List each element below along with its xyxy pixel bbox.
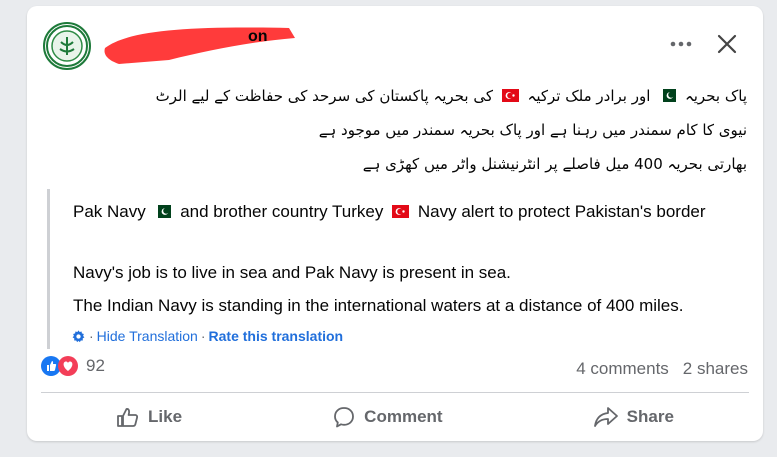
close-button[interactable] bbox=[711, 28, 743, 60]
urdu-line-2: نیوی کا کام سمندر میں رہنا ہے اور پاک بح… bbox=[318, 121, 747, 139]
translation-line-1-part-c: Navy alert to protect Pakistan's border bbox=[417, 202, 706, 221]
divider bbox=[41, 392, 749, 393]
urdu-line-3: بھارتی بحریہ 400 میل فاصلے پر انٹرنیشنل … bbox=[362, 155, 747, 173]
urdu-line-1: پاک بحریہ اور برادر ملک ترکیہ کی بحریہ پ… bbox=[47, 86, 747, 106]
translation-line-1-part-b: and brother country Turkey bbox=[180, 202, 384, 221]
reactions-summary[interactable]: 92 bbox=[41, 356, 105, 376]
share-button[interactable]: Share bbox=[577, 402, 690, 432]
engagement-stats: 4 comments 2 shares bbox=[576, 359, 748, 379]
hide-translation-link[interactable]: Hide Translation bbox=[97, 328, 198, 344]
thumbs-up-icon bbox=[117, 408, 139, 427]
shares-count[interactable]: 2 shares bbox=[683, 359, 748, 379]
love-reaction-icon bbox=[58, 356, 78, 376]
post-card: on پاک بحریہ اور برادر ملک ترکیہ کی بحری… bbox=[27, 6, 763, 441]
reaction-count[interactable]: 92 bbox=[86, 356, 105, 376]
turkey-flag-icon bbox=[392, 205, 410, 218]
redacted-name-mark bbox=[104, 27, 295, 64]
avatar-logo-icon bbox=[46, 25, 88, 67]
urdu-line-1-part-c: کی بحریہ پاکستان کی سرحد کی حفاظت کے لیے… bbox=[155, 87, 493, 105]
author-name[interactable]: on bbox=[248, 28, 268, 46]
more-dots-icon bbox=[670, 41, 692, 47]
share-icon bbox=[593, 407, 618, 427]
translation-line-1: Pak Navy and brother country Turkey Navy… bbox=[73, 200, 743, 223]
comments-count[interactable]: 4 comments bbox=[576, 359, 669, 379]
translation-block: Pak Navy and brother country Turkey Navy… bbox=[47, 189, 750, 349]
translation-line-1-part-a: Pak Navy bbox=[73, 202, 146, 221]
separator-dot: · bbox=[89, 328, 94, 344]
turkey-flag-icon bbox=[501, 89, 519, 102]
rate-translation-link[interactable]: Rate this translation bbox=[209, 328, 344, 344]
like-button[interactable]: Like bbox=[100, 402, 198, 432]
separator-dot: · bbox=[200, 328, 206, 344]
translation-line-3: The Indian Navy is standing in the inter… bbox=[73, 296, 684, 315]
comment-label: Comment bbox=[364, 407, 443, 426]
post-actions-bar: Like Comment Share bbox=[41, 399, 749, 435]
like-label: Like bbox=[148, 407, 183, 426]
translation-line-2: Navy's job is to live in sea and Pak Nav… bbox=[73, 263, 511, 282]
gear-icon[interactable] bbox=[71, 329, 86, 344]
close-icon bbox=[717, 34, 737, 54]
page-avatar[interactable] bbox=[43, 22, 91, 70]
pakistan-flag-icon bbox=[659, 89, 677, 102]
translation-actions: · Hide Translation · Rate this translati… bbox=[71, 328, 343, 344]
share-label: Share bbox=[626, 407, 674, 426]
more-options-button[interactable] bbox=[667, 30, 695, 58]
urdu-line-1-part-a: پاک بحریہ bbox=[684, 87, 747, 105]
comment-button[interactable]: Comment bbox=[316, 401, 458, 433]
urdu-line-1-part-b: اور برادر ملک ترکیہ bbox=[527, 87, 651, 105]
comment-icon bbox=[334, 407, 355, 428]
pakistan-flag-icon bbox=[154, 205, 172, 218]
